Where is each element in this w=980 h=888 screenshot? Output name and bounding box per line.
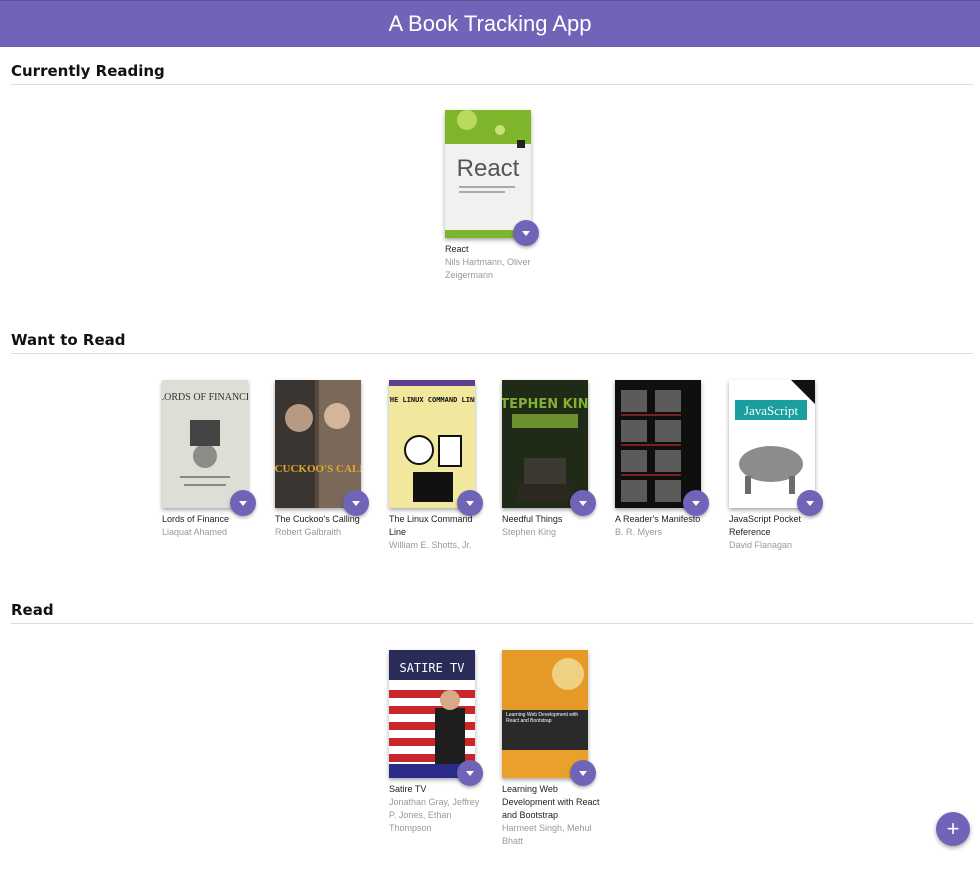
shelf-changer-button[interactable] [683,490,709,516]
book-authors: Nils Hartmann, Oliver Zeigermann [445,257,531,280]
book-needful-things: STEPHEN KING Needful Things Stephen King [502,380,602,539]
caret-down-icon [579,500,587,506]
shelf-changer-button[interactable] [570,490,596,516]
book-title: JavaScript Pocket Reference [729,514,802,537]
caret-down-icon [352,500,360,506]
caret-down-icon [692,500,700,506]
cover-title: SATIRE TV [399,661,464,675]
shelf-changer-button[interactable] [457,760,483,786]
caret-down-icon [239,500,247,506]
book-react: React React Nils Hartmann, Oliver Zeiger… [445,110,545,282]
cover-title: THE LINUX COMMAND LINE [389,396,475,404]
caret-down-icon [579,770,587,776]
book-cover[interactable]: JavaScript [729,380,815,508]
book-cover[interactable]: React [445,110,531,238]
book-readers-manifesto: A Reader's Manifesto B. R. Myers [615,380,715,539]
book-cover[interactable]: THE LINUX COMMAND LINE [389,380,475,508]
caret-down-icon [806,500,814,506]
cover-title: LORDS OF FINANCE [162,392,248,403]
cover-title: STEPHEN KING [502,397,588,412]
app-title-bar: A Book Tracking App [0,0,980,47]
shelf-read: Read SATIRE TV Satire TV Jonathan Gray, … [11,601,973,846]
book-cover[interactable]: LORDS OF FINANCE [162,380,248,508]
book-cover[interactable]: SATIRE TV [389,650,475,778]
book-authors: Harmeet Singh, Mehul Bhatt [502,823,592,846]
book-authors: Stephen King [502,527,557,537]
book-title: Learning Web Development with React and … [502,784,600,820]
caret-down-icon [466,770,474,776]
book-linux-command-line: THE LINUX COMMAND LINE The Linux Command… [389,380,489,552]
book-javascript-pocket-reference: JavaScript JavaScript Pocket Reference D… [729,380,829,552]
shelf-changer-button[interactable] [343,490,369,516]
book-title: The Linux Command Line [389,514,473,537]
book-lords-of-finance: LORDS OF FINANCE Lords of Finance Liaqua… [162,380,262,539]
book-authors: William E. Shotts, Jr. [389,540,472,550]
book-cover[interactable]: THE CUCKOO'S CALLING [275,380,361,508]
book-satire-tv: SATIRE TV Satire TV Jonathan Gray, Jeffr… [389,650,489,835]
cover-title: JavaScript [744,403,799,418]
plus-icon: + [946,816,960,841]
cover-title: React [457,155,520,182]
cover-title: Learning Web Development with React and … [506,712,579,724]
app-title: A Book Tracking App [388,11,592,36]
book-authors: Liaquat Ahamed [162,527,228,537]
book-authors: B. R. Myers [615,527,663,537]
shelf-changer-button[interactable] [230,490,256,516]
book-cover[interactable] [615,380,701,508]
book-authors: Jonathan Gray, Jeffrey P. Jones, Ethan T… [389,797,480,833]
add-book-button[interactable]: + [936,812,970,846]
book-learning-web-development: Learning Web Development with React and … [502,650,602,848]
shelf-changer-button[interactable] [457,490,483,516]
shelf-want-to-read: Want to Read LORDS OF FINANCE Lords of F… [11,331,973,550]
book-cover[interactable]: Learning Web Development with React and … [502,650,588,778]
caret-down-icon [522,230,530,236]
shelf-title: Want to Read [11,331,973,354]
shelf-title: Read [11,601,973,624]
shelf-changer-button[interactable] [797,490,823,516]
shelf-currently-reading: Currently Reading React React Nils Hartm… [11,62,973,280]
book-cuckoos-calling: THE CUCKOO'S CALLING The Cuckoo's Callin… [275,380,375,539]
caret-down-icon [466,500,474,506]
shelf-changer-button[interactable] [570,760,596,786]
shelf-title: Currently Reading [11,62,973,85]
cover-title: THE CUCKOO'S CALLING [275,463,361,475]
book-authors: Robert Galbraith [275,527,342,537]
book-cover[interactable]: STEPHEN KING [502,380,588,508]
shelf-changer-button[interactable] [513,220,539,246]
book-authors: David Flanagan [729,540,793,550]
